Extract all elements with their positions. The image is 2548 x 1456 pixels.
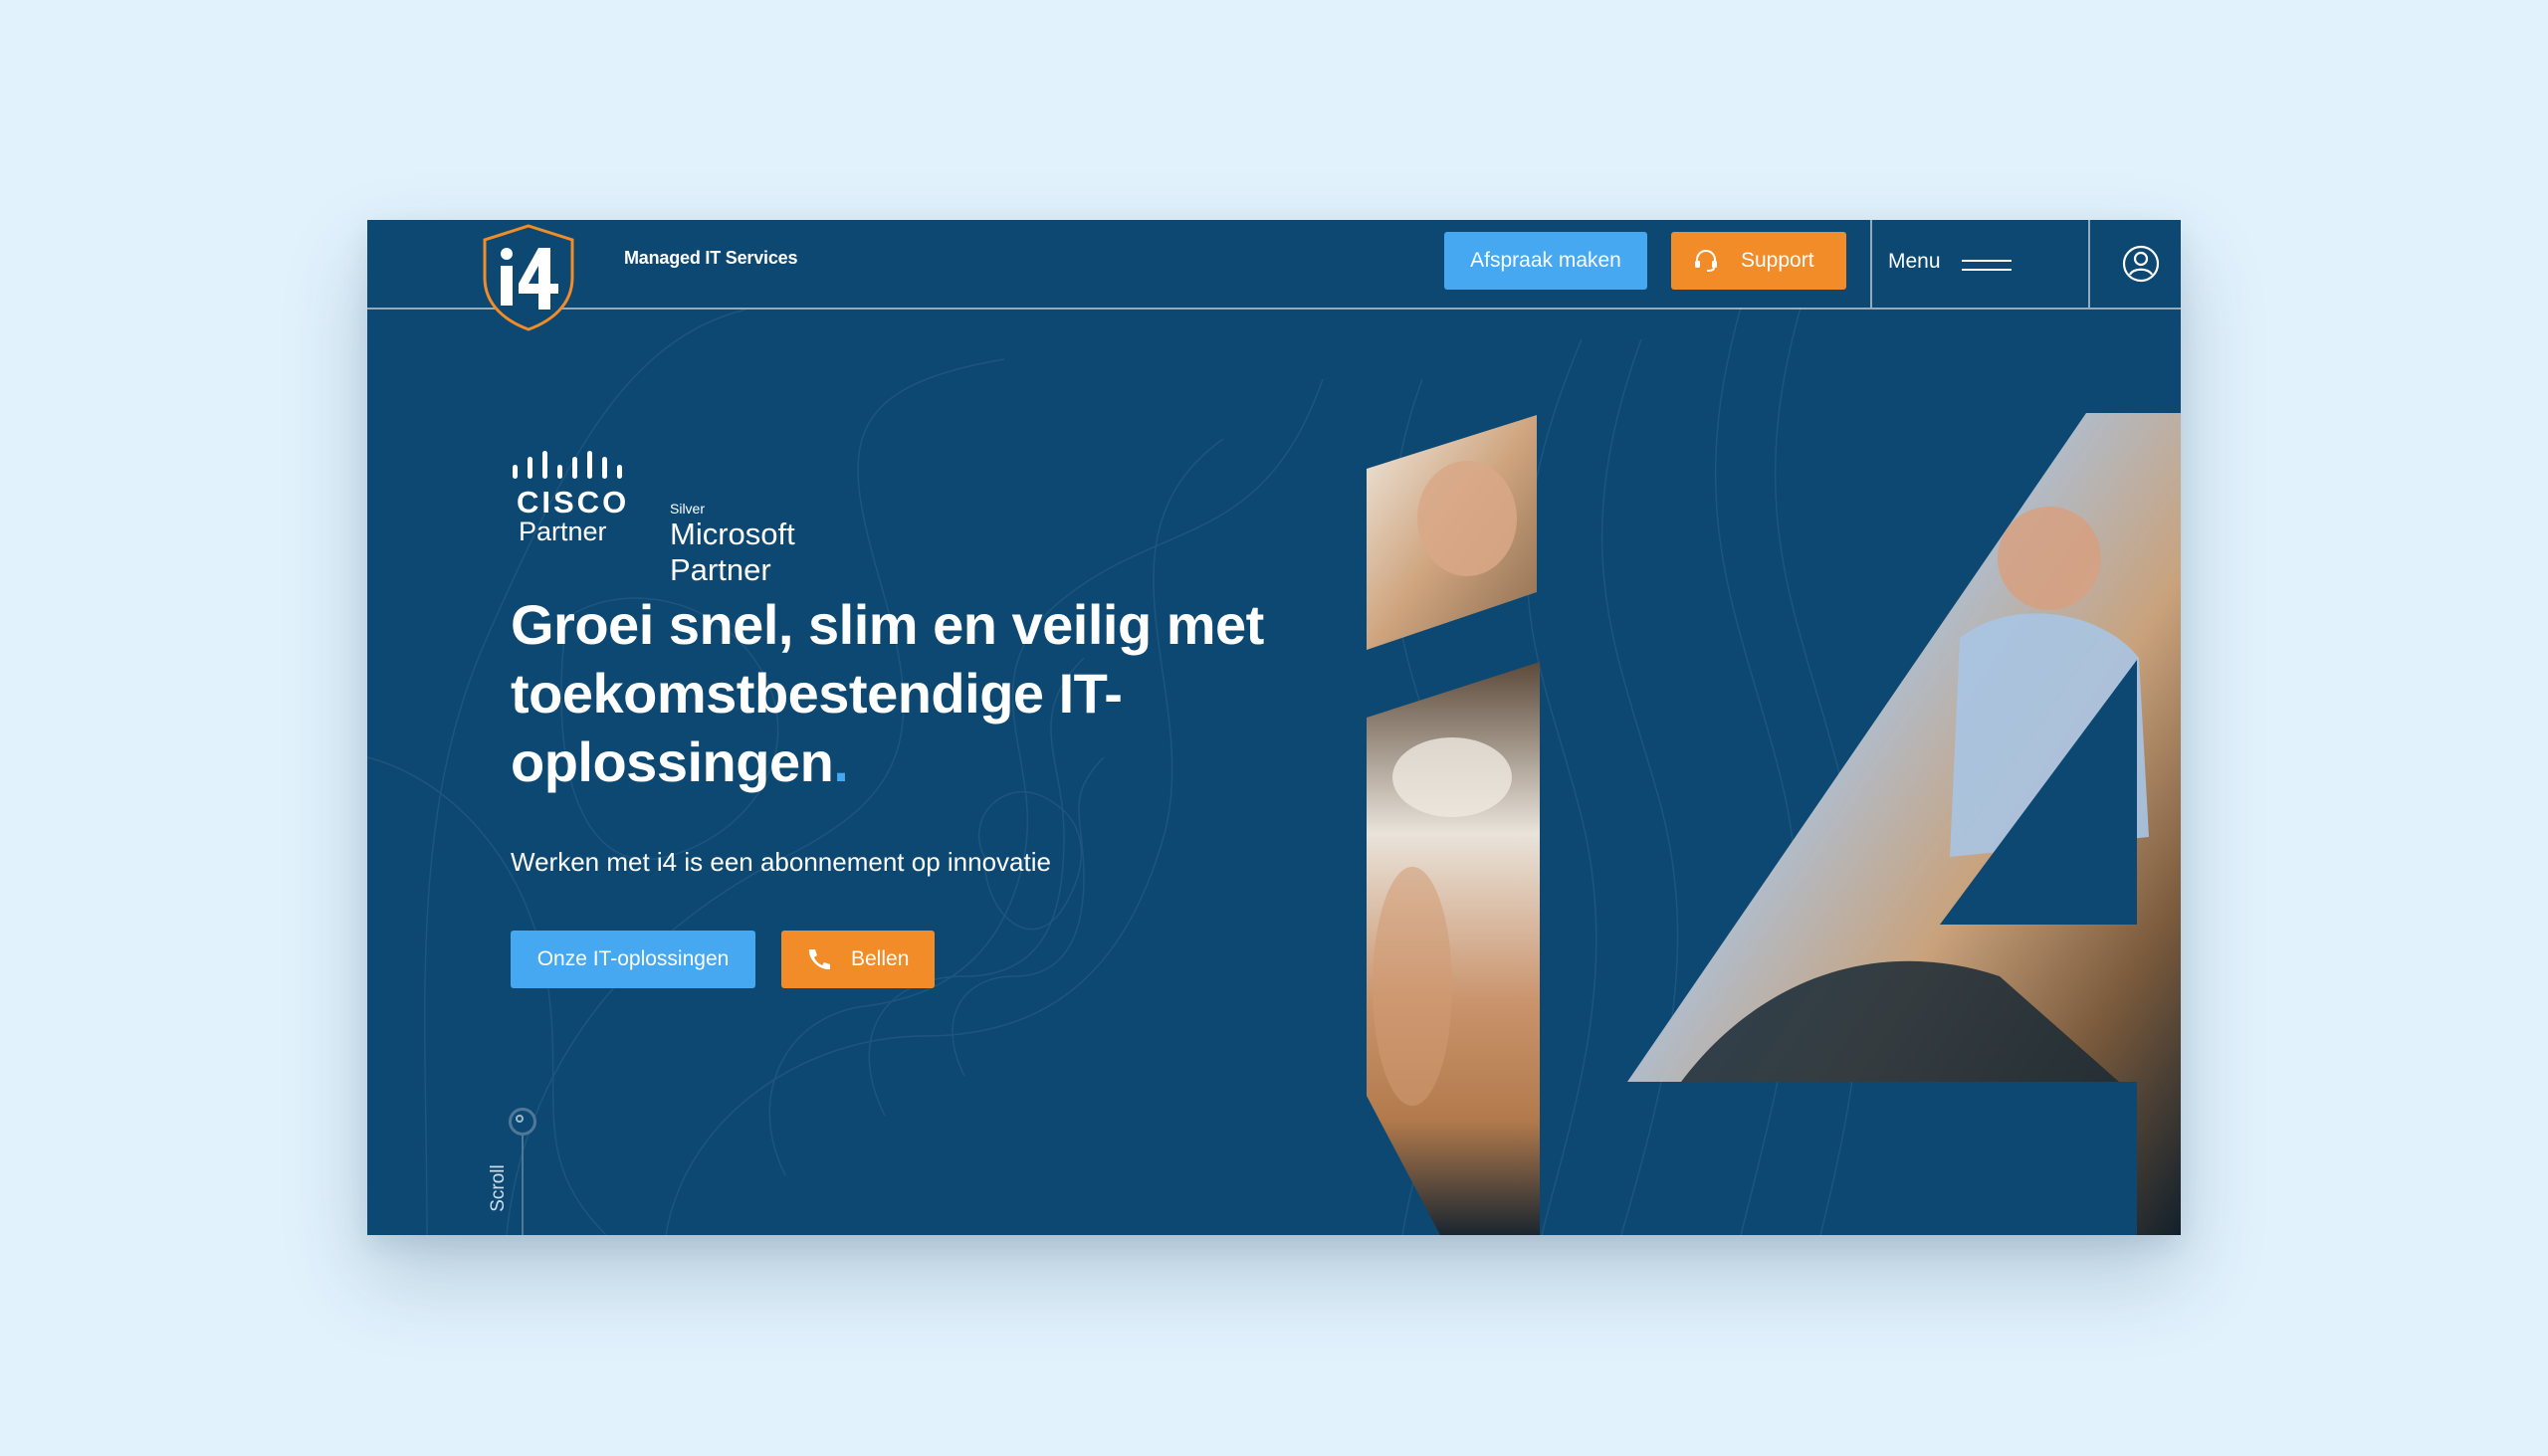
microsoft-partner-logo: Silver Microsoft Partner [670, 501, 795, 588]
scroll-indicator-icon[interactable] [509, 1108, 536, 1136]
cisco-bars-icon [513, 451, 622, 479]
i4-logo-icon[interactable] [477, 222, 580, 333]
support-button[interactable]: Support [1671, 232, 1846, 290]
scroll-label: Scroll [487, 1164, 509, 1212]
onze-it-oplossingen-button[interactable]: Onze IT-oplossingen [511, 931, 755, 988]
user-circle-icon[interactable] [2119, 242, 2163, 286]
site-tagline: Managed IT Services [624, 248, 798, 268]
cisco-wordmark: CISCO [517, 485, 630, 520]
bellen-button[interactable]: Bellen [781, 931, 935, 988]
hamburger-icon [1962, 260, 2012, 271]
menu-label: Menu [1888, 250, 1941, 273]
phone-icon [808, 949, 830, 970]
website-frame: Managed IT Services Afspraak maken Suppo… [367, 220, 2181, 1235]
headline-accent-dot: . [833, 730, 849, 793]
site-header: Managed IT Services Afspraak maken Suppo… [367, 220, 2181, 331]
bellen-label: Bellen [851, 947, 910, 970]
afspraak-maken-button[interactable]: Afspraak maken [1444, 232, 1647, 290]
header-divider [2088, 220, 2090, 308]
menu-toggle[interactable]: Menu [1870, 234, 2079, 294]
microsoft-partner-name: Microsoft Partner [670, 517, 795, 587]
scroll-line [522, 1134, 524, 1235]
cisco-partner-text: Partner [519, 517, 607, 546]
headline-text: Groei snel, slim en veilig met toekomstb… [511, 593, 1264, 793]
support-label: Support [1741, 249, 1814, 272]
hero-headline: Groei snel, slim en veilig met toekomstb… [511, 590, 1267, 796]
cisco-partner-logo: CISCO Partner [511, 449, 630, 548]
hero-subline: Werken met i4 is een abonnement op innov… [511, 847, 1051, 877]
headset-icon [1695, 250, 1717, 272]
microsoft-tier: Silver [670, 501, 706, 517]
